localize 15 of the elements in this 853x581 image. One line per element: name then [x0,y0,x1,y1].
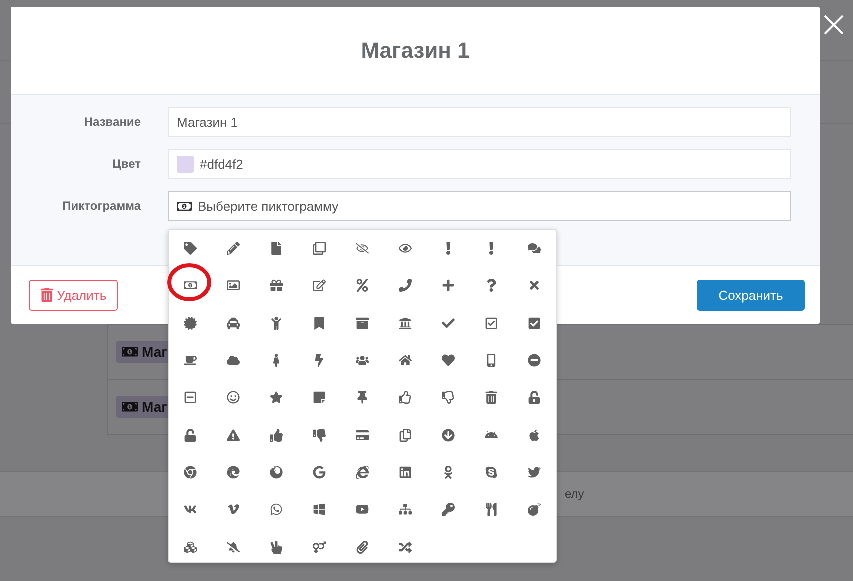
icon-select[interactable]: Выберите пиктограмму [168,191,791,221]
badge-text: Маг [142,344,168,360]
trash-icon [40,288,54,302]
field-label: Цвет [112,157,141,171]
banknote-icon [122,344,138,360]
banknote-icon [122,399,138,415]
field-label: Название [83,115,141,129]
close-icon[interactable] [823,14,845,36]
name-field[interactable]: Магазин 1 [168,107,791,137]
modal-title: Магазин 1 [361,38,470,64]
badge-text: Маг [142,399,168,415]
field-label: Пиктограмма [62,199,141,213]
color-field[interactable]: #dfd4f2 [168,149,791,179]
save-button[interactable]: Сохранить [697,280,805,310]
footer-text: елу [565,487,584,501]
